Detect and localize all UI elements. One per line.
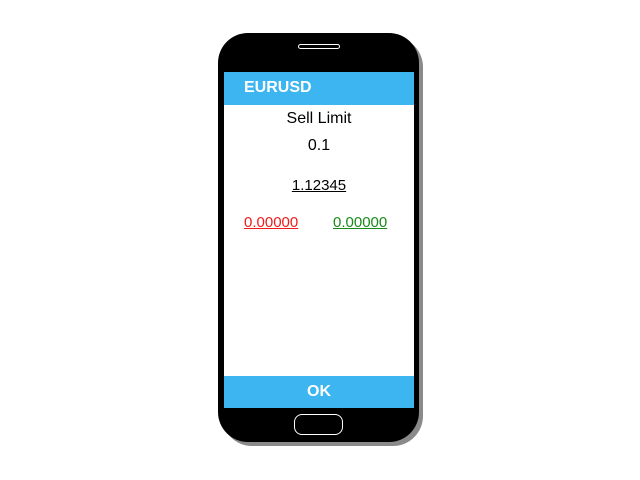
price-row: 1.12345 [224, 177, 414, 194]
home-button-icon[interactable] [294, 414, 343, 435]
speaker-slot-icon [298, 44, 340, 49]
stage: EURUSD Sell Limit 0.1 1.12345 0.00000 0.… [0, 0, 640, 480]
take-profit-field[interactable]: 0.00000 [333, 214, 387, 231]
order-type-label: Sell Limit [286, 110, 352, 127]
phone-screen: EURUSD Sell Limit 0.1 1.12345 0.00000 0.… [224, 72, 414, 408]
stop-loss-field[interactable]: 0.00000 [244, 214, 298, 231]
symbol-title: EURUSD [244, 79, 312, 96]
price-field[interactable]: 1.12345 [292, 177, 346, 194]
volume-value[interactable]: 0.1 [224, 137, 414, 155]
ok-button[interactable]: OK [224, 376, 414, 408]
header-bar: EURUSD [224, 72, 414, 105]
